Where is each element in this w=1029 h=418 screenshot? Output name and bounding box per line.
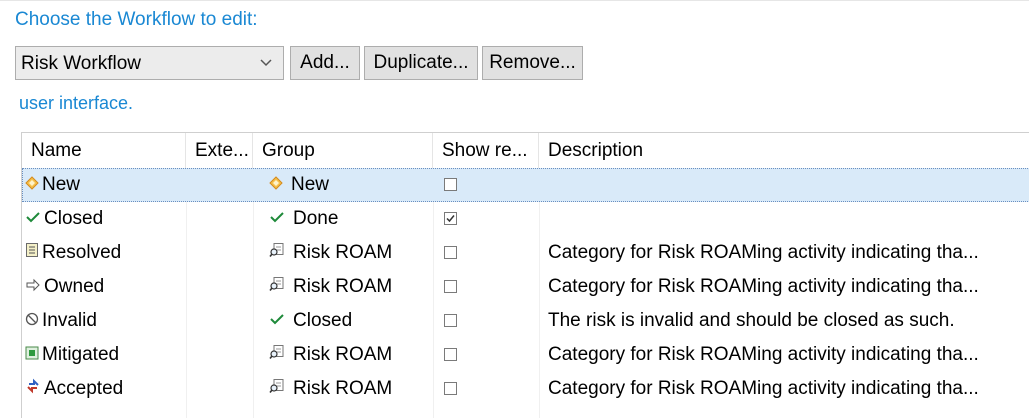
categories-table: Name Exte... Group Show re... Descriptio… <box>21 132 1029 418</box>
diamond-icon <box>25 168 39 202</box>
cell-show <box>433 202 539 236</box>
green-square-icon <box>25 338 39 372</box>
cell-group: Risk ROAM <box>253 338 433 372</box>
cell-description: Category for Risk ROAMing activity indic… <box>548 276 979 297</box>
show-checkbox[interactable] <box>444 314 457 327</box>
cell-show <box>433 304 539 338</box>
table-header: Name Exte... Group Show re... Descriptio… <box>22 133 1029 168</box>
cell-group: Done <box>253 202 433 236</box>
cell-extension <box>186 270 253 304</box>
cell-group: Risk ROAM <box>253 236 433 270</box>
column-header-extension[interactable]: Exte... <box>186 133 253 168</box>
cell-extension <box>186 372 253 406</box>
name-text: Accepted <box>44 378 124 400</box>
table-row[interactable]: Mitigated Risk ROAM Category for Risk ROAM… <box>22 338 1029 372</box>
cell-description <box>539 168 1029 202</box>
show-checkbox[interactable] <box>444 348 457 361</box>
arrow-right-icon <box>25 270 41 304</box>
cell-name: Owned <box>25 270 185 304</box>
cell-show <box>433 338 539 372</box>
name-text: New <box>42 174 81 196</box>
cell-extension <box>186 338 253 372</box>
cell-description: Category for Risk ROAMing activity indic… <box>548 242 979 263</box>
group-text: Risk ROAM <box>293 344 393 366</box>
cell-show <box>433 372 539 406</box>
user-interface-link[interactable]: user interface. <box>19 93 133 114</box>
show-checkbox[interactable] <box>444 246 457 259</box>
cell-extension <box>186 202 253 236</box>
show-checkbox[interactable] <box>444 382 457 395</box>
diamond-icon <box>269 168 283 202</box>
workflow-select-value: Risk Workflow <box>21 53 141 74</box>
group-text: Risk ROAM <box>293 242 393 264</box>
cell-show <box>433 236 539 270</box>
column-header-description[interactable]: Description <box>539 133 1029 168</box>
cell-show <box>433 270 539 304</box>
group-text: Done <box>293 208 339 230</box>
document-icon <box>25 236 39 270</box>
cell-name: New <box>25 168 185 202</box>
add-button[interactable]: Add... <box>290 46 360 80</box>
cell-group: Risk ROAM <box>253 270 433 304</box>
name-text: Closed <box>44 208 104 230</box>
cell-name: Resolved <box>25 236 185 270</box>
magnifier-icon <box>269 372 285 406</box>
column-header-group[interactable]: Group <box>253 133 433 168</box>
magnifier-icon <box>269 236 285 270</box>
group-text: Closed <box>293 310 353 332</box>
cell-extension <box>186 236 253 270</box>
table-row[interactable]: Owned Risk ROAM Category for Risk ROAMing … <box>22 270 1029 304</box>
cell-extension <box>186 168 253 202</box>
show-checkbox[interactable] <box>444 178 457 191</box>
cell-extension <box>186 304 253 338</box>
cell-description: The risk is invalid and should be closed… <box>548 310 955 331</box>
no-entry-icon <box>25 304 39 338</box>
cell-name: Invalid <box>25 304 185 338</box>
name-text: Invalid <box>42 310 97 332</box>
check-icon <box>269 202 285 236</box>
cell-name: Mitigated <box>25 338 185 372</box>
check-icon <box>269 304 285 338</box>
column-header-show[interactable]: Show re... <box>433 133 539 168</box>
cell-show <box>433 168 539 202</box>
group-text: New <box>291 174 330 196</box>
table-row[interactable]: Closed Done <box>22 202 1029 236</box>
check-icon <box>25 202 41 236</box>
workflow-heading: Choose the Workflow to edit: <box>15 9 258 30</box>
cell-description: Category for Risk ROAMing activity indic… <box>548 378 979 399</box>
table-row[interactable]: Invalid Closed The risk is invalid and sho… <box>22 304 1029 338</box>
cell-description: Category for Risk ROAMing activity indic… <box>548 344 979 365</box>
cell-name: Closed <box>25 202 185 236</box>
table-row[interactable]: Accepted Risk ROAM Category for Risk ROAMi… <box>22 372 1029 406</box>
cell-group: New <box>253 168 433 202</box>
cell-group: Risk ROAM <box>253 372 433 406</box>
cell-group: Closed <box>253 304 433 338</box>
column-header-name[interactable]: Name <box>22 133 186 168</box>
top-divider <box>0 0 1029 1</box>
show-checkbox[interactable] <box>444 280 457 293</box>
table-row[interactable]: Resolved Risk ROAM Category for Risk ROAMi… <box>22 236 1029 270</box>
show-checkbox[interactable] <box>444 212 457 225</box>
name-text: Mitigated <box>42 344 120 366</box>
workflow-select[interactable]: Risk Workflow <box>15 46 284 80</box>
cell-name: Accepted <box>25 372 185 406</box>
accept-arrows-icon <box>25 372 41 406</box>
group-text: Risk ROAM <box>293 276 393 298</box>
name-text: Owned <box>44 276 105 298</box>
group-text: Risk ROAM <box>293 378 393 400</box>
name-text: Resolved <box>42 242 122 264</box>
magnifier-icon <box>269 338 285 372</box>
cell-description <box>539 202 1029 236</box>
magnifier-icon <box>269 270 285 304</box>
remove-button[interactable]: Remove... <box>482 46 583 80</box>
table-row[interactable]: New New <box>22 168 1029 202</box>
duplicate-button[interactable]: Duplicate... <box>364 46 478 80</box>
chevron-down-icon <box>259 54 273 72</box>
